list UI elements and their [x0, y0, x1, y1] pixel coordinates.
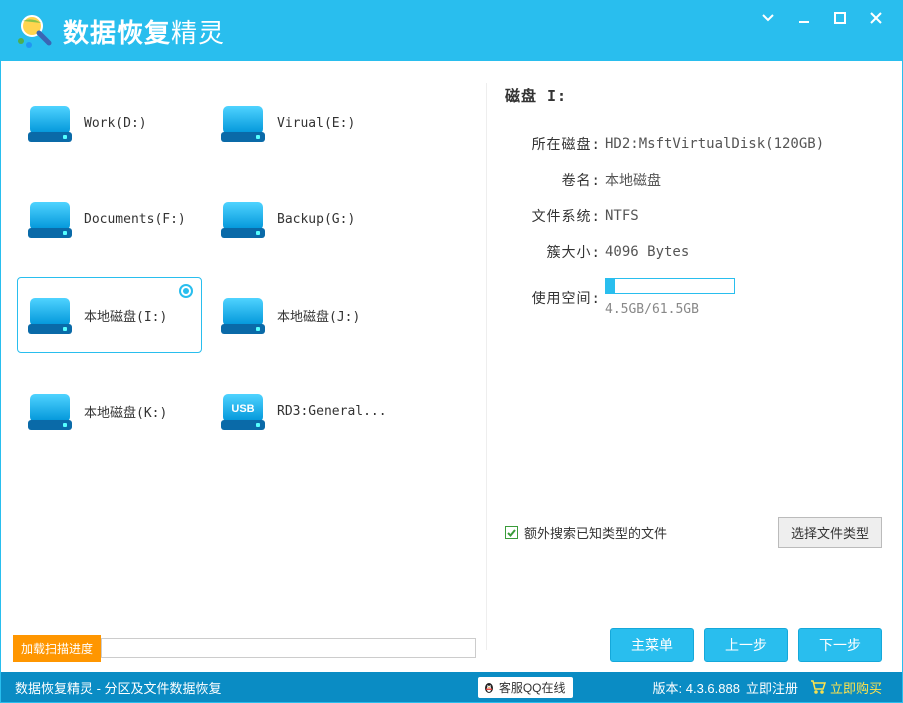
register-link[interactable]: 立即注册 [746, 678, 798, 697]
drive-label: 本地磁盘(I:) [84, 306, 167, 325]
app-logo: 数据恢复精灵 [15, 11, 225, 51]
drive-item-1[interactable]: Virual(E:) [210, 85, 395, 161]
drive-label: Backup(G:) [277, 212, 355, 227]
close-button[interactable] [858, 3, 894, 33]
progress-row: 加载扫描进度 [13, 634, 476, 662]
selected-indicator-icon [179, 284, 193, 298]
drive-item-7[interactable]: USB RD3:General... [210, 373, 395, 449]
hdd-icon [26, 390, 74, 432]
penguin-icon [482, 680, 496, 694]
main-menu-button[interactable]: 主菜单 [610, 628, 694, 662]
next-button[interactable]: 下一步 [798, 628, 882, 662]
titlebar: 数据恢复精灵 [1, 1, 902, 61]
details-panel: 磁盘 I: 所在磁盘: HD2:MsftVirtualDisk(120GB) 卷… [487, 61, 902, 672]
label-volume: 卷名: [505, 170, 605, 190]
label-fs: 文件系统: [505, 206, 605, 226]
info-table: 所在磁盘: HD2:MsftVirtualDisk(120GB) 卷名: 本地磁… [505, 134, 882, 317]
file-type-row: 额外搜索已知类型的文件 选择文件类型 [505, 517, 882, 548]
drive-label: 本地磁盘(J:) [277, 306, 360, 325]
select-file-type-button[interactable]: 选择文件类型 [778, 517, 882, 548]
drive-label: Virual(E:) [277, 116, 355, 131]
usage-text: 4.5GB/61.5GB [605, 302, 882, 317]
maximize-button[interactable] [822, 3, 858, 33]
drive-item-4[interactable]: 本地磁盘(I:) [17, 277, 202, 353]
drive-item-5[interactable]: 本地磁盘(J:) [210, 277, 395, 353]
app-title: 数据恢复精灵 [63, 13, 225, 50]
qq-support-badge[interactable]: 客服QQ在线 [478, 677, 573, 698]
buy-link[interactable]: 立即购买 [810, 678, 882, 697]
cart-icon [810, 680, 826, 694]
hdd-icon [26, 102, 74, 144]
minimize-button[interactable] [786, 3, 822, 33]
drive-label: Documents(F:) [84, 212, 186, 227]
drive-label: Work(D:) [84, 116, 147, 131]
extra-search-label: 额外搜索已知类型的文件 [524, 523, 667, 542]
hdd-icon [219, 294, 267, 336]
drive-list-panel: Work(D:) Virual(E:) Documents(F:) Backup(G:… [1, 61, 486, 672]
hdd-icon [26, 198, 74, 240]
label-usage: 使用空间: [505, 288, 605, 308]
progress-bar [101, 638, 476, 658]
logo-icon [15, 11, 55, 51]
svg-text:USB: USB [231, 403, 254, 415]
prev-button[interactable]: 上一步 [704, 628, 788, 662]
hdd-icon [219, 102, 267, 144]
usage-bar [605, 278, 735, 294]
value-fs: NTFS [605, 208, 882, 224]
label-cluster: 簇大小: [505, 242, 605, 262]
usb-icon: USB [219, 390, 267, 432]
drive-item-6[interactable]: 本地磁盘(K:) [17, 373, 202, 449]
value-disk: HD2:MsftVirtualDisk(120GB) [605, 136, 882, 152]
load-progress-button[interactable]: 加载扫描进度 [13, 635, 101, 662]
value-volume: 本地磁盘 [605, 170, 882, 190]
disk-heading: 磁盘 I: [505, 85, 882, 106]
drive-item-0[interactable]: Work(D:) [17, 85, 202, 161]
drive-item-3[interactable]: Backup(G:) [210, 181, 395, 257]
drive-item-2[interactable]: Documents(F:) [17, 181, 202, 257]
drive-grid: Work(D:) Virual(E:) Documents(F:) Backup(G:… [13, 81, 476, 630]
value-cluster: 4096 Bytes [605, 244, 882, 260]
drive-label: 本地磁盘(K:) [84, 402, 167, 421]
extra-search-checkbox[interactable]: 额外搜索已知类型的文件 [505, 523, 667, 542]
content: Work(D:) Virual(E:) Documents(F:) Backup(G:… [1, 61, 902, 672]
label-disk: 所在磁盘: [505, 134, 605, 154]
hdd-icon [26, 294, 74, 336]
dropdown-icon[interactable] [750, 3, 786, 33]
footer: 数据恢复精灵 - 分区及文件数据恢复 客服QQ在线 版本: 4.3.6.888 … [1, 672, 902, 702]
nav-buttons: 主菜单 上一步 下一步 [505, 628, 882, 662]
version-label: 版本: 4.3.6.888 [653, 678, 740, 697]
hdd-icon [219, 198, 267, 240]
value-usage: 4.5GB/61.5GB [605, 278, 882, 317]
check-icon [505, 526, 518, 539]
drive-label: RD3:General... [277, 404, 387, 419]
footer-status: 数据恢复精灵 - 分区及文件数据恢复 [15, 678, 222, 697]
